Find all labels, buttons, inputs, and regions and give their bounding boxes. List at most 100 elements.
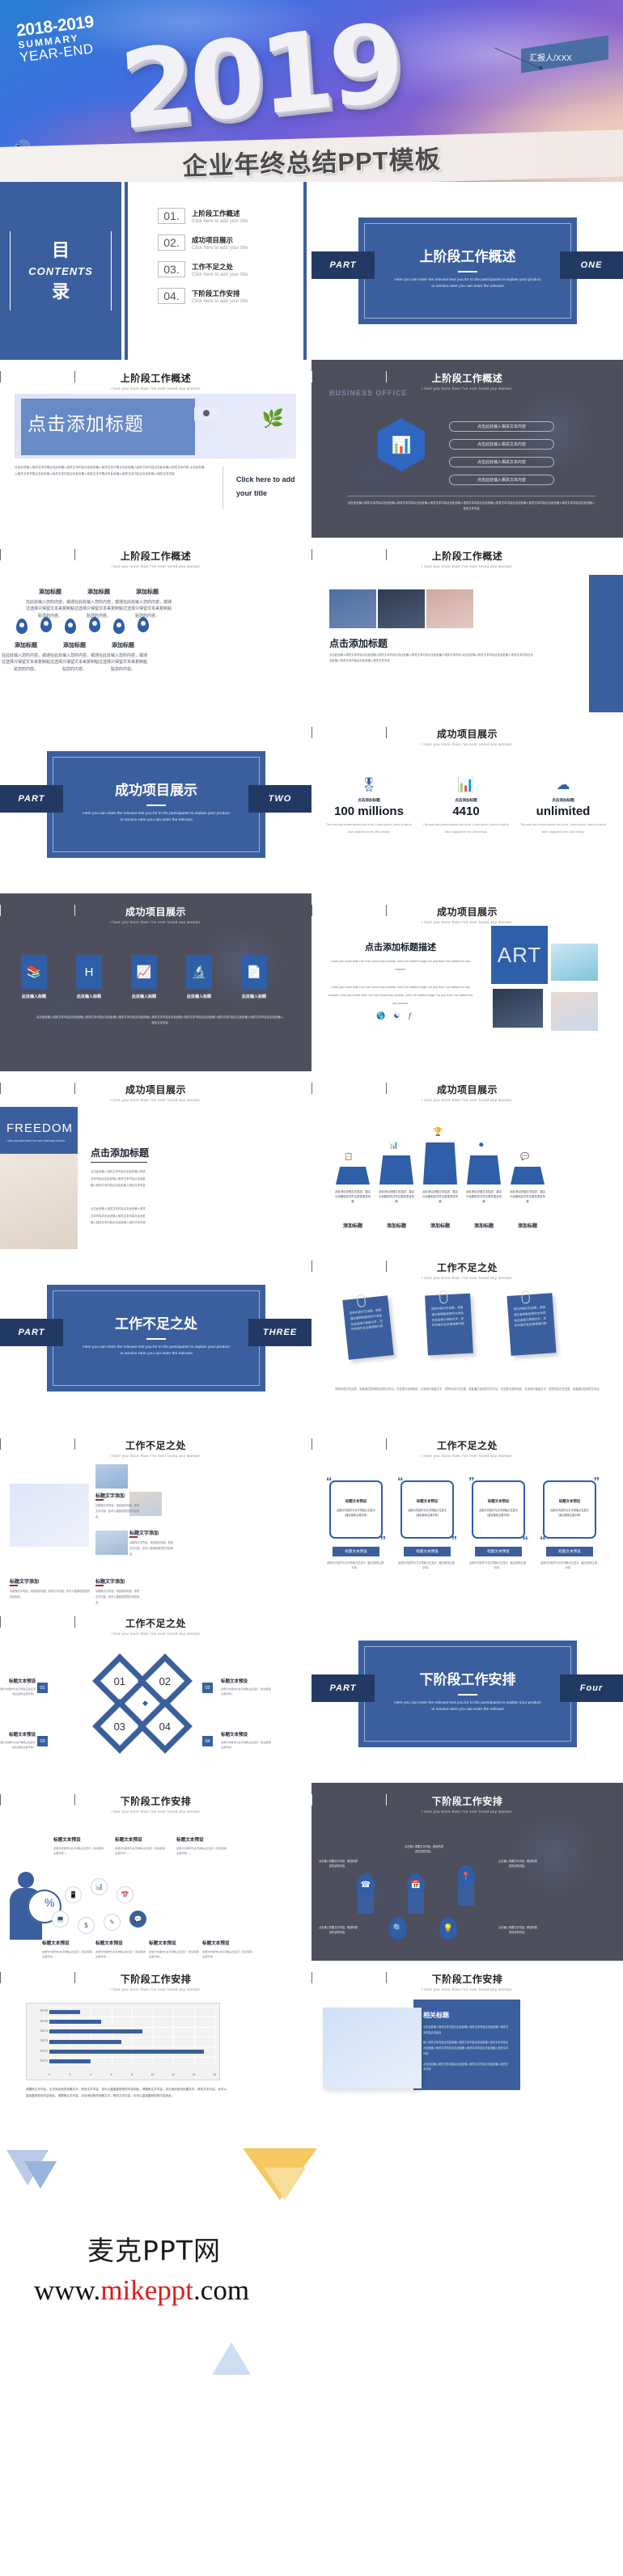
toc-item-1[interactable]: 01. 上阶段工作概述 Click here to add your title bbox=[158, 208, 248, 224]
search-icon[interactable]: 🔍 bbox=[389, 1917, 407, 1940]
part-divider bbox=[146, 804, 166, 806]
business-office-slide: 上阶段工作概述 I love you more than I've ever l… bbox=[312, 360, 623, 538]
item-body: 此部分内容作为文字排版占位显示（建议使用主题字体）。 bbox=[115, 1846, 165, 1855]
decor-triangle-4 bbox=[264, 2168, 306, 2200]
quote-close-icon: “ bbox=[522, 1534, 529, 1548]
section-title: 下阶段工作安排 bbox=[120, 1974, 192, 1985]
office-pill-1[interactable]: 点击此处输入相关文本内容 bbox=[449, 421, 554, 432]
block-title-4: 标题文字添加 bbox=[95, 1580, 125, 1585]
label-body: 此部分内容作为文字排版占位显示（建议使用主题字体） bbox=[221, 1741, 271, 1750]
office-pill-2[interactable]: 点击此处输入相关文本内容 bbox=[449, 439, 554, 450]
medal-icon: 🎖 bbox=[360, 777, 378, 792]
header-bar-left bbox=[386, 549, 387, 560]
part-left-chip: PART bbox=[0, 1319, 63, 1346]
bar-chart-icon[interactable]: 📊 bbox=[91, 1878, 108, 1895]
idea-icon[interactable]: 💡 bbox=[439, 1917, 457, 1940]
quote-button-4[interactable]: 标题文本预设 bbox=[546, 1547, 593, 1556]
stat-card-1: 🎖 点击添加标题 100 millions The most well-know… bbox=[324, 777, 413, 835]
sticky-note-1[interactable]: 您的内容打在这里，或者通过复制粘贴您的文本后在这选择只保留文字，您的内容打在这里… bbox=[342, 1294, 394, 1360]
section-header: 上阶段工作概述 I love you more than I've ever l… bbox=[312, 360, 623, 391]
title-underline bbox=[91, 1162, 147, 1163]
header-bar-left bbox=[74, 1794, 75, 1805]
office-pill-3[interactable]: 点击此处输入相关文本内容 bbox=[449, 457, 554, 467]
toc-item-4[interactable]: 04. 下阶段工作安排 Click here to add your title bbox=[158, 288, 248, 304]
folders-icon[interactable]: 📚 bbox=[21, 955, 47, 989]
chart-gridline-h bbox=[49, 2046, 214, 2048]
quote-button-3[interactable]: 标题文本预设 bbox=[475, 1547, 522, 1556]
avatar-icon bbox=[194, 407, 218, 421]
quote-body: 此部分内容作为文字排版占位显示（建议使用主题字体） bbox=[479, 1508, 518, 1518]
part-description: Here you can enter the relevant text you… bbox=[394, 278, 541, 289]
chart-xtick: 16 bbox=[213, 2073, 216, 2076]
header-bar-right bbox=[0, 371, 1, 382]
blue-accent-block bbox=[589, 575, 623, 712]
chart-xtick: 6 bbox=[110, 2073, 112, 2076]
section-header: 工作不足之处 I love you more than I've ever lo… bbox=[312, 1249, 623, 1280]
stat-label: 点击添加标题 bbox=[552, 798, 574, 802]
title-underline-3 bbox=[10, 1585, 18, 1586]
clipboard-icon: 📋 bbox=[344, 1152, 354, 1160]
pencil-icon[interactable]: ✎ bbox=[104, 1914, 121, 1931]
section-subtitle: I love you more than I've ever loved any… bbox=[110, 1454, 201, 1458]
part-one-slide: 上阶段工作概述 Here you can enter the relevant … bbox=[312, 182, 623, 360]
monitor-icon[interactable]: 💻 bbox=[52, 1911, 69, 1928]
quotes-slide: 工作不足之处 I love you more than I've ever lo… bbox=[312, 1427, 623, 1605]
toc-contents-label: CONTENTS bbox=[28, 264, 93, 277]
hospital-icon[interactable]: H bbox=[76, 955, 102, 989]
office-pill-4[interactable]: 点击此处输入相关文本内容 bbox=[449, 475, 554, 485]
diamond-number: 01 bbox=[113, 1674, 126, 1687]
chart-bar bbox=[49, 2059, 91, 2064]
header-bar-left bbox=[74, 905, 75, 916]
businessman-silhouette bbox=[6, 1872, 61, 1940]
chart-frame-icon[interactable]: 📈 bbox=[131, 955, 157, 989]
header-bar-left bbox=[74, 1438, 75, 1450]
main-illustration bbox=[10, 1484, 89, 1547]
decor-triangle-2 bbox=[24, 2161, 57, 2189]
quote-button-1[interactable]: 标题文本预设 bbox=[333, 1547, 379, 1556]
toc-item-3[interactable]: 03. 工作不足之处 Click here to add your title bbox=[158, 261, 248, 277]
sticky-note-2[interactable]: 您的内容打在这里，或者通过复制粘贴您的文本后在这选择只保留文字，您的内容打在这里… bbox=[425, 1290, 473, 1356]
item-title: 标题文本预设 bbox=[53, 1838, 81, 1843]
item-body: 此部分内容作为文字排版占位显示（建议使用主题字体）。 bbox=[202, 1949, 252, 1958]
header-bar-left bbox=[386, 1438, 387, 1450]
toc-number: 02. bbox=[158, 234, 185, 251]
part-title: 工作不足之处 bbox=[115, 1316, 197, 1332]
pin-body: 在此处输入您的内容，或通过选择只保留文本来复制粘贴您的内容。 bbox=[26, 599, 75, 619]
chart-xtick: 8 bbox=[131, 2073, 133, 2076]
section-title: 上阶段工作概述 bbox=[120, 551, 192, 562]
section-header: 工作不足之处 I love you more than I've ever lo… bbox=[312, 1427, 623, 1458]
item-body: 此部分内容作为文字排版占位显示（建议使用主题字体）。 bbox=[95, 1949, 146, 1958]
vertical-divider bbox=[222, 467, 223, 509]
weibo-icon[interactable]: 🌎 bbox=[376, 1011, 385, 1020]
three-photos-slide: 上阶段工作概述 I love you more than I've ever l… bbox=[312, 538, 623, 716]
toc-item-2[interactable]: 02. 成功项目展示 Click here to add your title bbox=[158, 234, 248, 251]
cover-slide: 2018-2019 SUMMARY YEAR-END 2019 汇报人/XXX … bbox=[0, 0, 623, 182]
block-body-2: 请替换文字内容，添加相关标题，修改文字内容，也可以直接复制您的内容到此。 bbox=[129, 1541, 174, 1556]
chart-plot-area: 0 2 4 6 8 10 12 14 16 TEXT1 TEXT2 TEXT3 TEXT4 TEXT5 TE… bbox=[40, 2007, 216, 2076]
badge-3: 03 bbox=[37, 1736, 48, 1746]
microscope-icon[interactable]: 🔬 bbox=[186, 955, 212, 989]
stat-value: 100 millions bbox=[334, 804, 404, 818]
pin-title: 添加标题 bbox=[112, 643, 134, 648]
pin-stem-2 bbox=[408, 1893, 424, 1914]
podium-desc-4: 此处添加详细文本描述，建议与标题相关并符合整体语言风格 bbox=[465, 1190, 502, 1204]
section-title: 上阶段工作概述 bbox=[431, 551, 503, 562]
chat-icon[interactable]: 💬 bbox=[129, 1911, 146, 1928]
section-subtitle: I love you more than I've ever loved any… bbox=[422, 1098, 513, 1102]
document-icon[interactable]: 📄 bbox=[241, 955, 267, 989]
podium-desc-5: 此处添加详细文本描述，建议与标题相关并符合整体语言风格 bbox=[509, 1190, 546, 1204]
chart-gridline-h bbox=[49, 2026, 214, 2028]
phone-icon[interactable]: 📱 bbox=[65, 1886, 82, 1903]
icon-label-5: 此处输入标题 bbox=[241, 995, 266, 999]
section-header: 下阶段工作安排 I love you more than I've ever l… bbox=[312, 1783, 623, 1814]
calendar-icon[interactable]: 📅 bbox=[117, 1886, 134, 1903]
chart-xtick: 2 bbox=[69, 2073, 71, 2076]
money-icon[interactable]: $ bbox=[78, 1917, 95, 1934]
sticky-note-3[interactable]: 您的内容打在这里，或者通过复制粘贴您的文本后在这选择只保留文字，您的内容打在这里… bbox=[506, 1290, 557, 1356]
wechat-icon[interactable]: ☯ bbox=[393, 1011, 400, 1020]
facebook-icon[interactable]: ƒ bbox=[408, 1011, 412, 1020]
overlay-title: 点击添加标题 bbox=[28, 413, 144, 434]
stat-label: 点击添加标题 bbox=[455, 798, 477, 802]
quote-button-2[interactable]: 标题文本预设 bbox=[404, 1547, 451, 1556]
freedom-subtitle: I love you more than I've ever loved any… bbox=[6, 1139, 66, 1142]
